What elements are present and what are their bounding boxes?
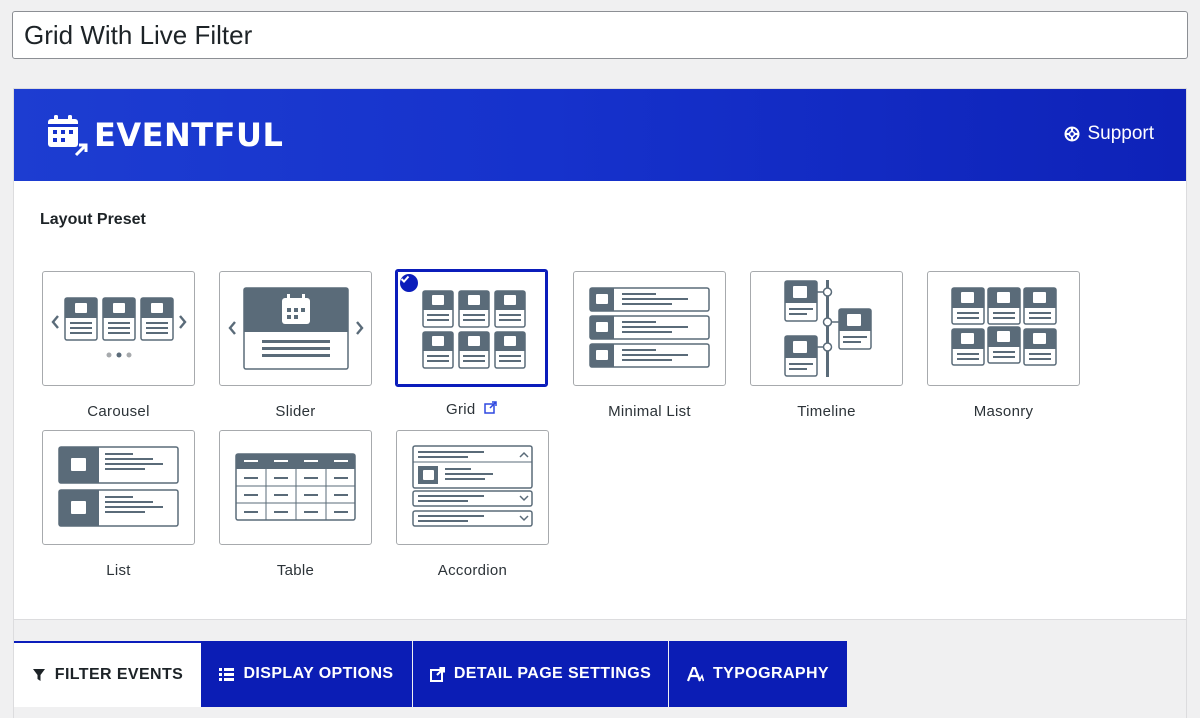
tab-label: DETAIL PAGE SETTINGS (453, 665, 652, 682)
calendar-logo-icon (48, 115, 88, 157)
external-link-icon (429, 666, 445, 682)
brand-bar: EVENTFUL Support (14, 89, 1186, 181)
timeline-thumbnail[interactable] (750, 271, 903, 386)
support-label: Support (1087, 123, 1154, 144)
brand-name: EVENTFUL (94, 116, 284, 154)
slider-thumbnail[interactable] (219, 271, 372, 386)
preset-label: Masonry (973, 403, 1034, 420)
tab-typography[interactable]: TYPOGRAPHY (669, 641, 847, 707)
preset-grid[interactable]: Grid (395, 269, 548, 418)
preset-carousel[interactable]: Carousel (42, 271, 195, 420)
preset-label: Timeline (797, 403, 856, 420)
preset-label: Grid (395, 401, 548, 418)
layout-preset-heading: Layout Preset (40, 211, 146, 228)
preset-minimal-list[interactable]: Minimal List (573, 271, 726, 420)
tab-detail-page-settings[interactable]: DETAIL PAGE SETTINGS (413, 641, 668, 707)
accordion-thumbnail[interactable] (396, 430, 549, 545)
masonry-icon (951, 287, 1057, 366)
minimal-list-icon (589, 287, 710, 368)
eventful-panel: EVENTFUL Support Layout Preset Carousel … (13, 88, 1187, 718)
minimal-list-thumbnail[interactable] (573, 271, 726, 386)
tab-label: TYPOGRAPHY (712, 665, 829, 682)
filter-icon (32, 669, 45, 681)
eventful-logo: EVENTFUL (46, 111, 283, 159)
support-link[interactable]: Support (1064, 123, 1154, 145)
table-thumbnail[interactable] (219, 430, 372, 545)
preset-label: Minimal List (608, 403, 691, 420)
list-icon (58, 446, 179, 527)
accordion-icon (412, 445, 533, 527)
typography-icon (686, 666, 704, 681)
tab-label: DISPLAY OPTIONS (243, 665, 394, 682)
grid-label-text: Grid (445, 401, 476, 418)
carousel-icon (51, 297, 187, 358)
preset-label: List (106, 562, 131, 579)
tab-label: FILTER EVENTS (54, 666, 184, 683)
preset-label: Slider (275, 403, 316, 420)
table-icon (235, 453, 356, 521)
selected-check-icon (400, 274, 418, 292)
preset-label: Carousel (87, 403, 150, 420)
title-input[interactable] (12, 11, 1188, 59)
slider-icon (228, 287, 364, 370)
carousel-thumbnail[interactable] (42, 271, 195, 386)
settings-tabs: FILTER EVENTS DISPLAY OPTIONS DETAIL PAG… (14, 619, 1186, 718)
preset-table[interactable]: Table (219, 430, 372, 579)
preset-label: Table (276, 562, 315, 579)
list-thumbnail[interactable] (42, 430, 195, 545)
grid-thumbnail[interactable] (395, 269, 548, 387)
timeline-icon (784, 280, 872, 377)
preset-accordion[interactable]: Accordion (396, 430, 549, 579)
lifebuoy-icon (1064, 126, 1080, 142)
grid-icon (422, 290, 526, 369)
external-link-icon[interactable] (480, 401, 497, 418)
preset-slider[interactable]: Slider (219, 271, 372, 420)
masonry-thumbnail[interactable] (927, 271, 1080, 386)
preset-timeline[interactable]: Timeline (750, 271, 903, 420)
preset-label: Accordion (437, 562, 508, 579)
list-lines-icon (219, 667, 235, 681)
preset-list[interactable]: List (42, 430, 195, 579)
tab-filter-events[interactable]: FILTER EVENTS (14, 641, 201, 707)
preset-masonry[interactable]: Masonry (927, 271, 1080, 420)
tab-display-options[interactable]: DISPLAY OPTIONS (201, 641, 412, 707)
